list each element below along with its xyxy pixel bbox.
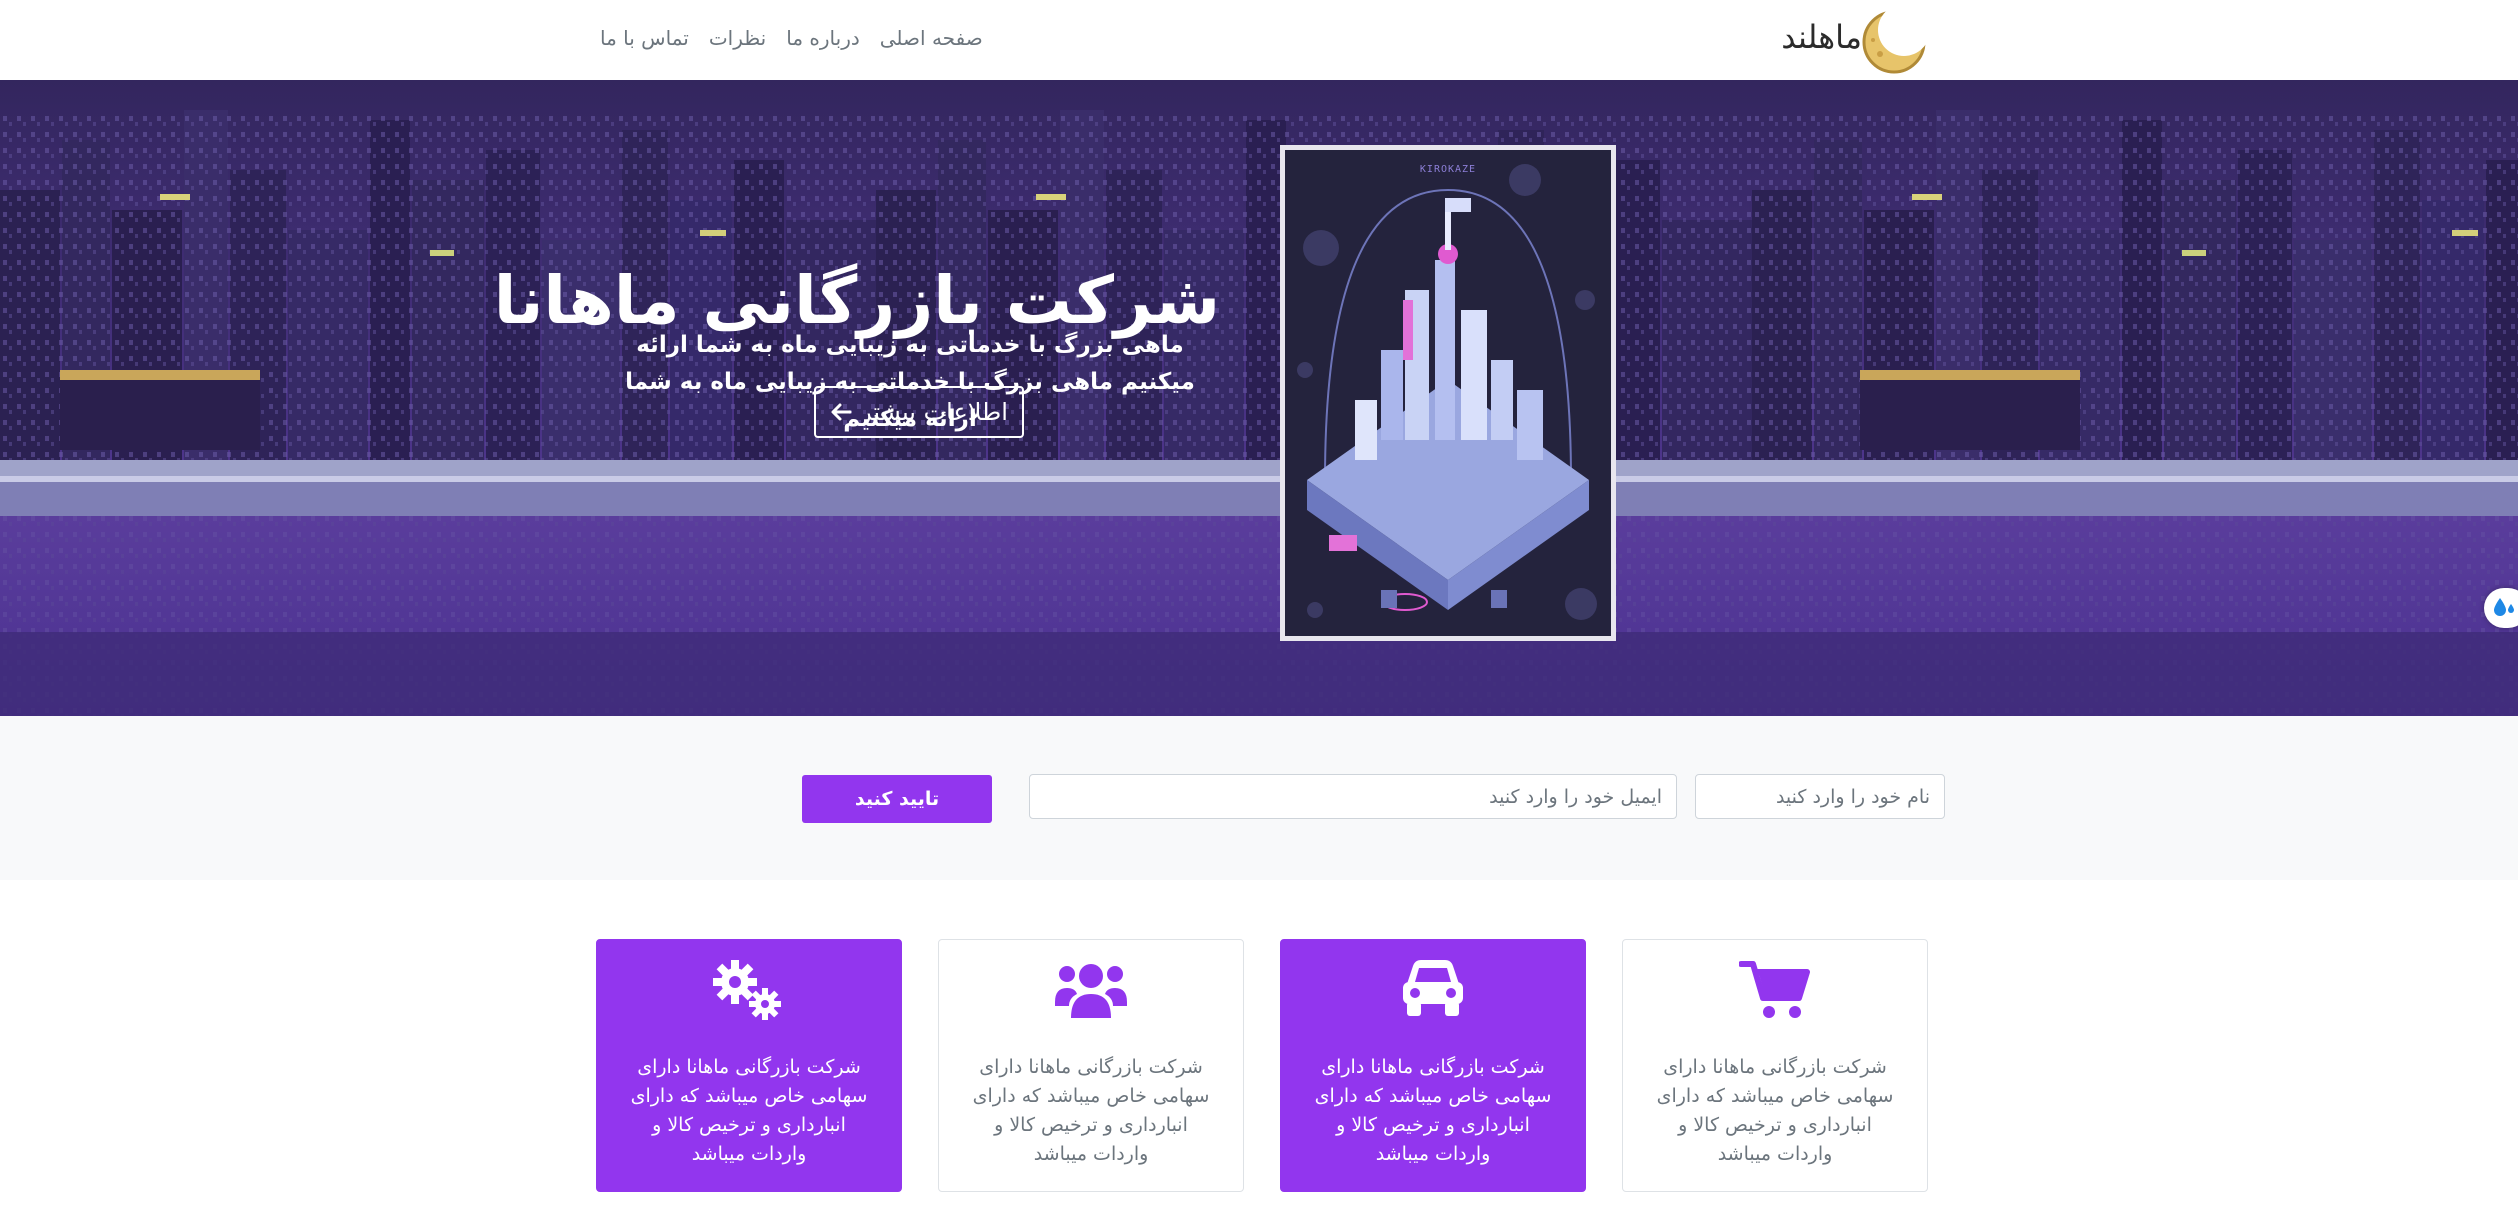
arrow-left-icon bbox=[831, 403, 852, 421]
floating-city-poster: KIROKAZE bbox=[1280, 145, 1616, 641]
feature-card-gears: شرکت بازرگانی ماهانا دارای سهامی خاص میب… bbox=[596, 939, 902, 1192]
cart-icon bbox=[1738, 961, 1810, 1018]
navbar: ماهلند صفحه اصلی درباره ما نظرات تماس با… bbox=[0, 0, 2518, 81]
learn-more-button[interactable]: اطلاعات بیشتر bbox=[814, 386, 1024, 438]
email-input[interactable] bbox=[1029, 774, 1677, 819]
droplet-icon bbox=[2494, 598, 2514, 616]
nav-link-home[interactable]: صفحه اصلی bbox=[880, 20, 983, 56]
name-input[interactable] bbox=[1695, 774, 1945, 819]
hero-banner: شرکت بازرگانی ماهانا ماهی بزرگ با خدماتی… bbox=[0, 80, 2518, 716]
nav-link-about[interactable]: درباره ما bbox=[786, 20, 860, 56]
feature-text: شرکت بازرگانی ماهانا دارای سهامی خاص میب… bbox=[972, 1056, 1210, 1165]
nav-menu: صفحه اصلی درباره ما نظرات تماس با ما bbox=[600, 20, 983, 56]
feature-card-users: شرکت بازرگانی ماهانا دارای سهامی خاص میب… bbox=[938, 939, 1244, 1192]
crescent-moon-icon bbox=[1862, 10, 1926, 74]
submit-button[interactable]: تایید کنید bbox=[802, 775, 992, 823]
feature-text: شرکت بازرگانی ماهانا دارای سهامی خاص میب… bbox=[630, 1056, 868, 1165]
users-icon bbox=[1055, 964, 1127, 1018]
brand-name: ماهلند bbox=[1781, 18, 1862, 56]
feature-card-car: شرکت بازرگانی ماهانا دارای سهامی خاص میب… bbox=[1280, 939, 1586, 1192]
feature-text: شرکت بازرگانی ماهانا دارای سهامی خاص میب… bbox=[1314, 1056, 1552, 1165]
brand-logo[interactable]: ماهلند bbox=[1781, 4, 1930, 76]
learn-more-label: اطلاعات بیشتر bbox=[860, 398, 1008, 426]
nav-link-contact[interactable]: تماس با ما bbox=[600, 20, 689, 56]
nav-link-reviews[interactable]: نظرات bbox=[709, 20, 766, 56]
feature-text: شرکت بازرگانی ماهانا دارای سهامی خاص میب… bbox=[1656, 1056, 1894, 1165]
gears-icon bbox=[713, 960, 781, 1020]
feature-card-cart: شرکت بازرگانی ماهانا دارای سهامی خاص میب… bbox=[1622, 939, 1928, 1192]
subscribe-form: تایید کنید bbox=[0, 716, 2518, 880]
pixel-city-background bbox=[0, 80, 2518, 716]
floating-city-illustration bbox=[1297, 164, 1597, 620]
side-widget-button[interactable] bbox=[2484, 588, 2518, 628]
car-icon bbox=[1403, 960, 1463, 1016]
